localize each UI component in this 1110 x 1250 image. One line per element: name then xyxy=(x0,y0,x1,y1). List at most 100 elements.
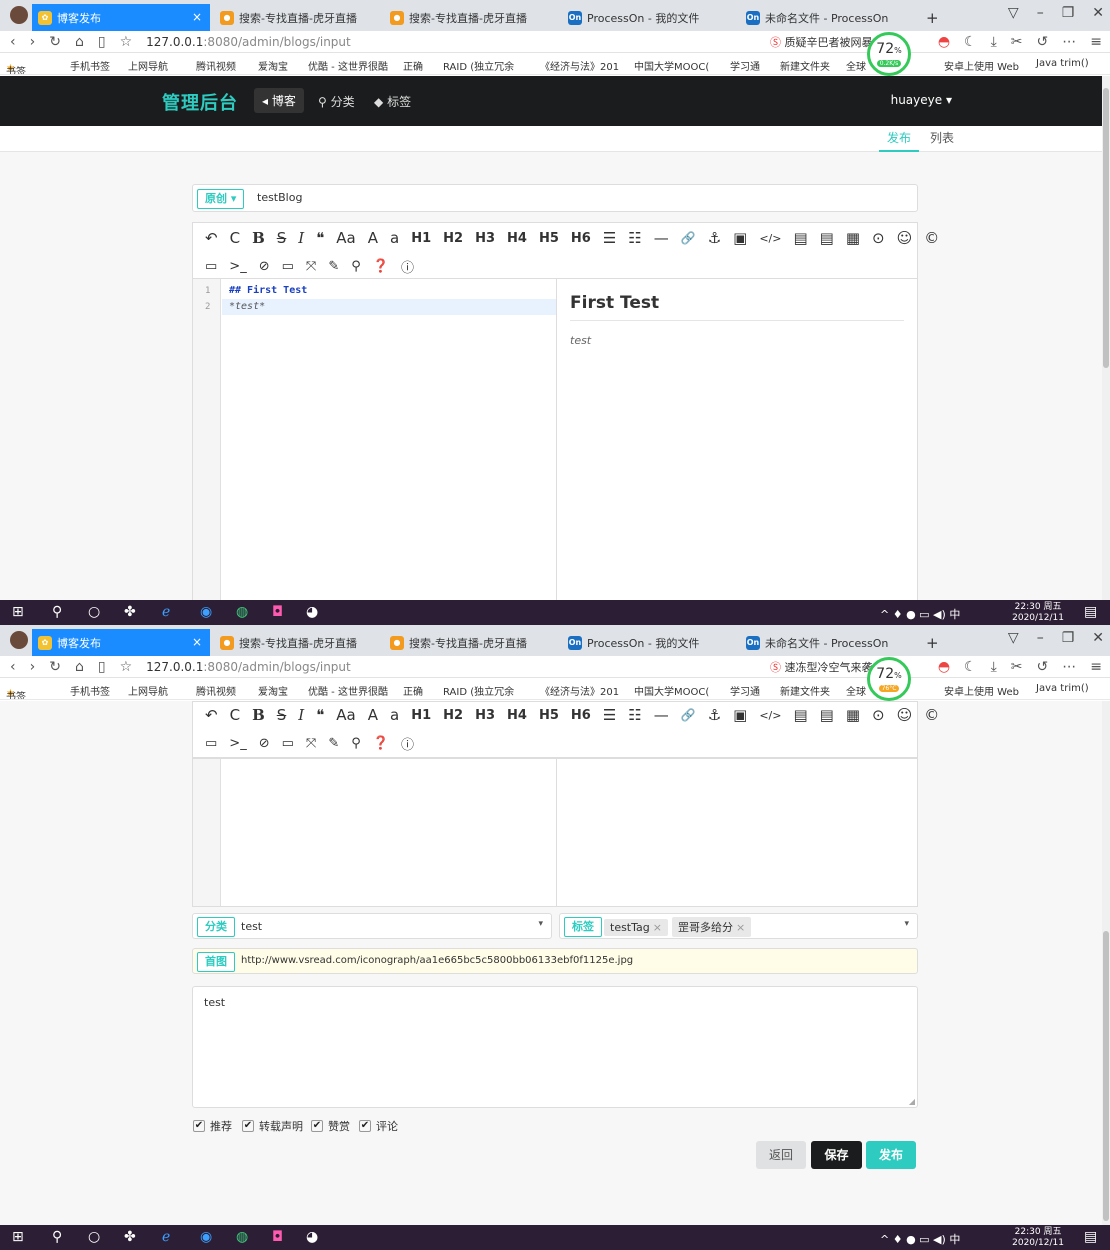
fullscreen-icon[interactable]: ⤧ xyxy=(306,736,316,751)
code-preformat-icon[interactable]: ▤ xyxy=(820,706,834,724)
page-scrollbar[interactable] xyxy=(1102,701,1110,1225)
moon-icon[interactable]: ☾ xyxy=(964,659,977,675)
italic-button[interactable]: I xyxy=(298,229,304,247)
description-textarea[interactable]: test ◢ xyxy=(192,986,918,1108)
url-input[interactable]: 127.0.0.1:8080/admin/blogs/input xyxy=(146,35,351,49)
back-button[interactable]: 返回 xyxy=(756,1141,806,1169)
search-icon[interactable]: ⚲ xyxy=(52,1229,62,1245)
search-icon[interactable]: ⚲ xyxy=(351,259,361,274)
h6-button[interactable]: H6 xyxy=(571,708,591,723)
title-input[interactable]: testBlog xyxy=(257,191,302,204)
bookmark-item[interactable]: 手机书签 xyxy=(70,58,110,73)
bookmark-item[interactable]: 爱淘宝 xyxy=(258,683,288,698)
h6-button[interactable]: H6 xyxy=(571,231,591,246)
code-block-icon[interactable]: ▤ xyxy=(793,229,807,247)
bookmark-item[interactable]: Java trim() xyxy=(1036,58,1089,69)
page-scrollbar[interactable] xyxy=(1102,76,1110,600)
moon-icon[interactable]: ☾ xyxy=(964,34,977,50)
lowercase-button[interactable]: a xyxy=(390,229,399,247)
star-icon[interactable]: ☆ xyxy=(120,34,133,50)
menu-icon[interactable]: ▽ xyxy=(1008,5,1019,21)
tab-huya-2[interactable]: ● 搜索-专找直播-虎牙直播 xyxy=(384,629,562,656)
bookmark-item[interactable]: 手机书签 xyxy=(70,683,110,698)
bookmark-item[interactable]: 全球 xyxy=(846,683,866,698)
pagebreak-icon[interactable]: ▭ xyxy=(205,736,217,751)
reload-icon[interactable]: ↻ xyxy=(49,34,61,50)
hamburger-icon[interactable]: ≡ xyxy=(1090,34,1102,50)
hr-icon[interactable]: — xyxy=(654,229,669,247)
app-icon[interactable]: ✤ xyxy=(124,1229,136,1245)
profile-avatar[interactable] xyxy=(10,6,28,24)
cortana-icon[interactable]: ○ xyxy=(88,604,100,620)
ie-icon[interactable]: ℯ xyxy=(162,604,170,620)
terminal-icon[interactable]: >_ xyxy=(229,736,246,751)
tab-huya-2[interactable]: ● 搜索-专找直播-虎牙直播 xyxy=(384,4,562,31)
browser-icon[interactable]: ◉ xyxy=(200,604,212,620)
redo-button[interactable]: C xyxy=(230,229,240,247)
back-icon[interactable]: ‹ xyxy=(10,659,16,675)
anchor-icon[interactable]: ⚓ xyxy=(708,229,721,247)
h1-button[interactable]: H1 xyxy=(411,231,431,246)
tab-processon-files[interactable]: On ProcessOn - 我的文件 xyxy=(562,629,740,656)
redo-button[interactable]: C xyxy=(230,706,240,724)
anchor-icon[interactable]: ⚓ xyxy=(708,706,721,724)
caret-down-icon[interactable]: ▾ xyxy=(904,919,909,929)
preview-icon[interactable]: ▭ xyxy=(282,736,294,751)
undo-icon[interactable]: ↺ xyxy=(1037,659,1049,675)
ide-icon[interactable]: ◘ xyxy=(272,604,283,620)
lowercase-button[interactable]: a xyxy=(390,706,399,724)
eraser-icon[interactable]: ✎ xyxy=(328,736,339,751)
scissors-icon[interactable]: ✂ xyxy=(1011,34,1023,50)
home-icon[interactable]: ⌂ xyxy=(75,659,84,675)
help-icon[interactable]: ❓ xyxy=(373,259,389,274)
bookmark-item[interactable]: 腾讯视频 xyxy=(196,683,236,698)
save-button[interactable]: 保存 xyxy=(811,1141,862,1169)
tab-processon-untitled[interactable]: On 未命名文件 - ProcessOn xyxy=(740,4,918,31)
code-block-icon[interactable]: ▤ xyxy=(793,706,807,724)
list-ul-icon[interactable]: ☰ xyxy=(603,229,616,247)
eraser-icon[interactable]: ✎ xyxy=(328,259,339,274)
remove-tag-icon[interactable]: × xyxy=(653,921,662,934)
h3-button[interactable]: H3 xyxy=(475,231,495,246)
bookmark-item[interactable]: 上网导航 xyxy=(128,683,168,698)
close-icon[interactable]: × xyxy=(192,10,202,24)
link-icon[interactable]: 🔗 xyxy=(681,231,696,245)
profile-avatar[interactable] xyxy=(10,631,28,649)
info-icon[interactable]: ⓘ xyxy=(401,257,414,276)
remove-tag-icon[interactable]: × xyxy=(736,921,745,934)
uppercase-button[interactable]: A xyxy=(368,706,378,724)
subnav-list[interactable]: 列表 xyxy=(922,126,962,152)
tab-huya-1[interactable]: ● 搜索-专找直播-虎牙直播 xyxy=(214,629,384,656)
tray-icons[interactable]: ^ ♦ ● ▭ ◀) 中 xyxy=(880,1231,960,1247)
list-ul-icon[interactable]: ☰ xyxy=(603,706,616,724)
emoji-icon[interactable]: ☺ xyxy=(897,706,913,724)
category-field[interactable]: 分类 test ▾ xyxy=(192,913,552,939)
checkbox-recommend[interactable]: ✔ 推荐 xyxy=(193,1118,232,1134)
minimize-icon[interactable]: – xyxy=(1037,630,1044,646)
undo-icon[interactable]: ↺ xyxy=(1037,34,1049,50)
bookmark-item[interactable]: 优酷 - 这世界很酷 xyxy=(308,58,388,73)
restore-icon[interactable]: ❐ xyxy=(1062,630,1075,646)
star-icon[interactable]: ☆ xyxy=(120,659,133,675)
hide-icon[interactable]: ⊘ xyxy=(259,736,270,751)
temp-badge[interactable]: 72% 76°C xyxy=(867,657,911,701)
strike-button[interactable]: S xyxy=(277,706,287,724)
h2-button[interactable]: H2 xyxy=(443,708,463,723)
h5-button[interactable]: H5 xyxy=(539,708,559,723)
preview-icon[interactable]: ▭ xyxy=(282,259,294,274)
link-icon[interactable]: 🔗 xyxy=(681,708,696,722)
notification-icon[interactable]: ▤ xyxy=(1084,604,1097,620)
checkbox-appreciate[interactable]: ✔ 赞赏 xyxy=(311,1118,350,1134)
undo-button[interactable]: ↶ xyxy=(205,229,218,247)
reload-icon[interactable]: ↻ xyxy=(49,659,61,675)
info-icon[interactable]: ⓘ xyxy=(401,734,414,753)
new-tab-button[interactable]: + xyxy=(920,629,940,656)
image-icon[interactable]: ▣ xyxy=(733,229,747,247)
bookmark-item[interactable]: 《经济与法》201 xyxy=(540,58,619,73)
user-dropdown[interactable]: huayeye ▾ xyxy=(891,93,952,107)
bookmark-item[interactable]: 上网导航 xyxy=(128,58,168,73)
photo-icon[interactable]: ◕ xyxy=(306,1229,318,1245)
bookmark-item[interactable]: 《经济与法》201 xyxy=(540,683,619,698)
bold-button[interactable]: B xyxy=(252,706,265,724)
search-hint[interactable]: Ⓢ 质疑辛巴者被网暴 xyxy=(770,34,873,50)
